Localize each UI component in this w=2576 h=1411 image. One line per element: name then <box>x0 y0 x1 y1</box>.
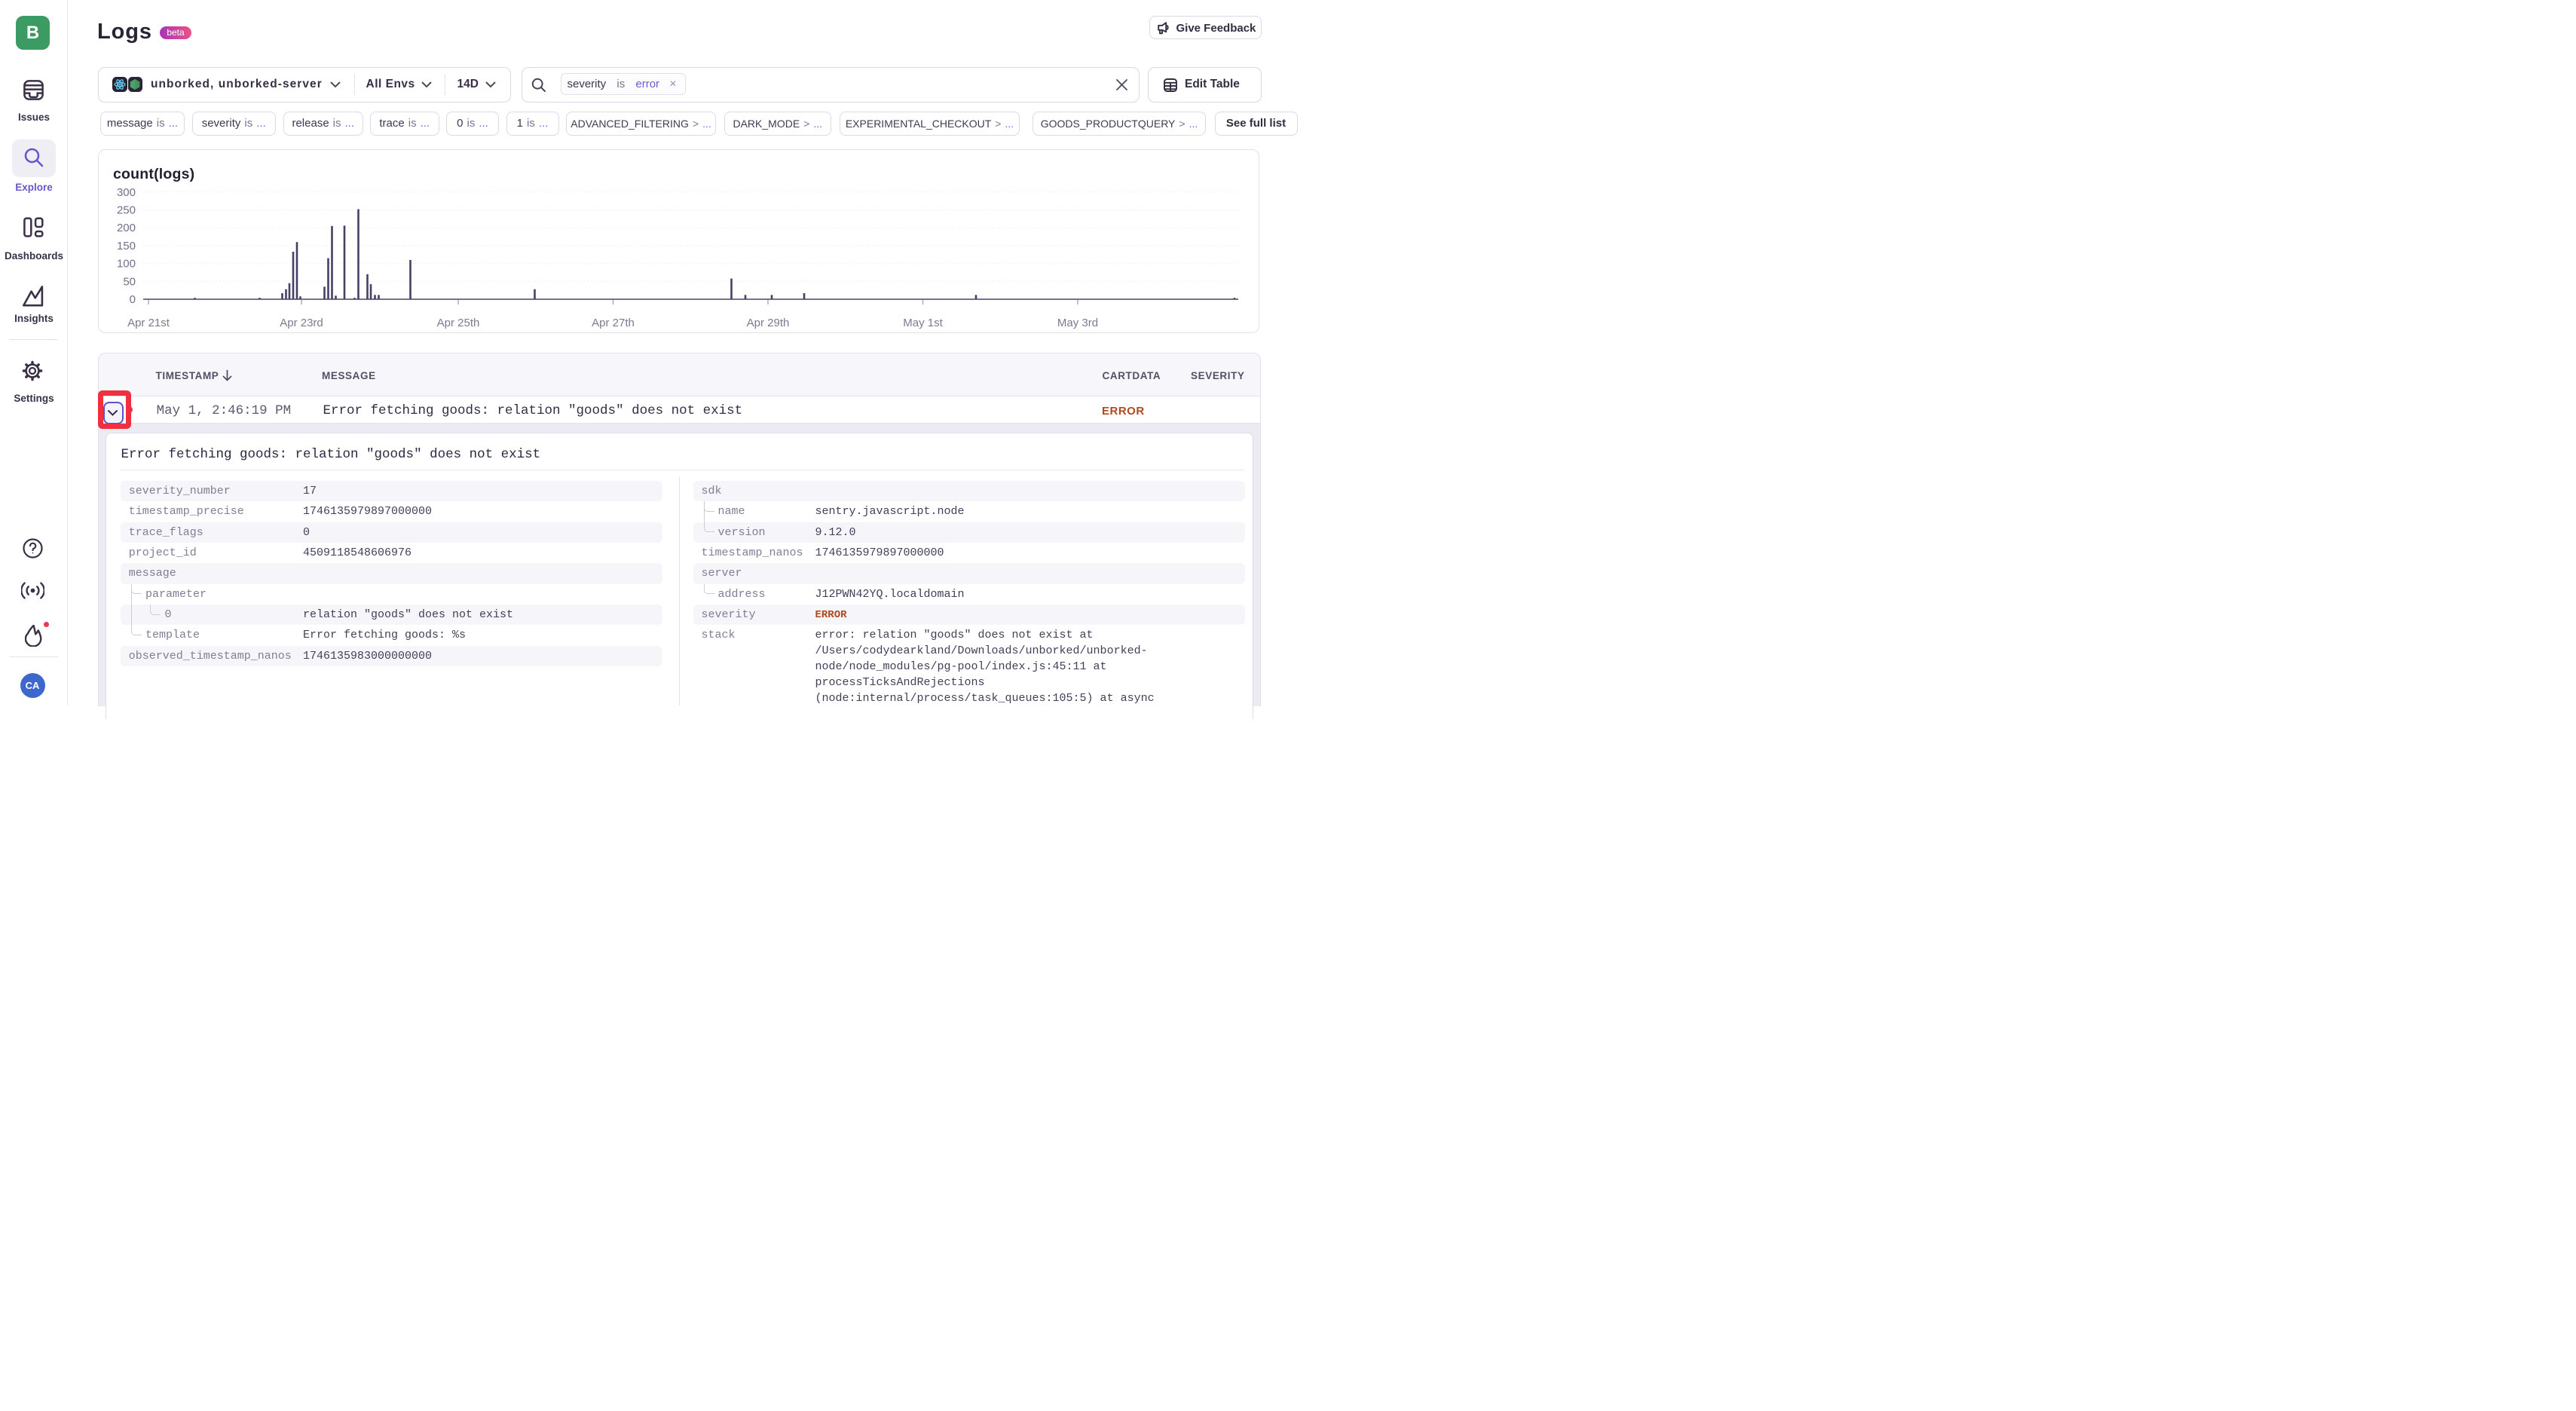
svg-text:Apr 29th: Apr 29th <box>747 317 790 329</box>
svg-text:150: 150 <box>117 239 136 252</box>
svg-text:Apr 27th: Apr 27th <box>592 317 635 329</box>
svg-text:300: 300 <box>117 185 136 198</box>
svg-text:200: 200 <box>117 222 136 234</box>
svg-text:50: 50 <box>123 275 136 288</box>
svg-text:250: 250 <box>117 204 136 216</box>
svg-text:May 3rd: May 3rd <box>1057 317 1098 329</box>
svg-text:Apr 21st: Apr 21st <box>127 317 170 329</box>
svg-text:0: 0 <box>130 293 136 306</box>
svg-text:100: 100 <box>117 257 136 270</box>
svg-text:Apr 25th: Apr 25th <box>437 317 480 329</box>
svg-text:May 1st: May 1st <box>903 317 943 329</box>
svg-text:Apr 23rd: Apr 23rd <box>280 317 323 329</box>
